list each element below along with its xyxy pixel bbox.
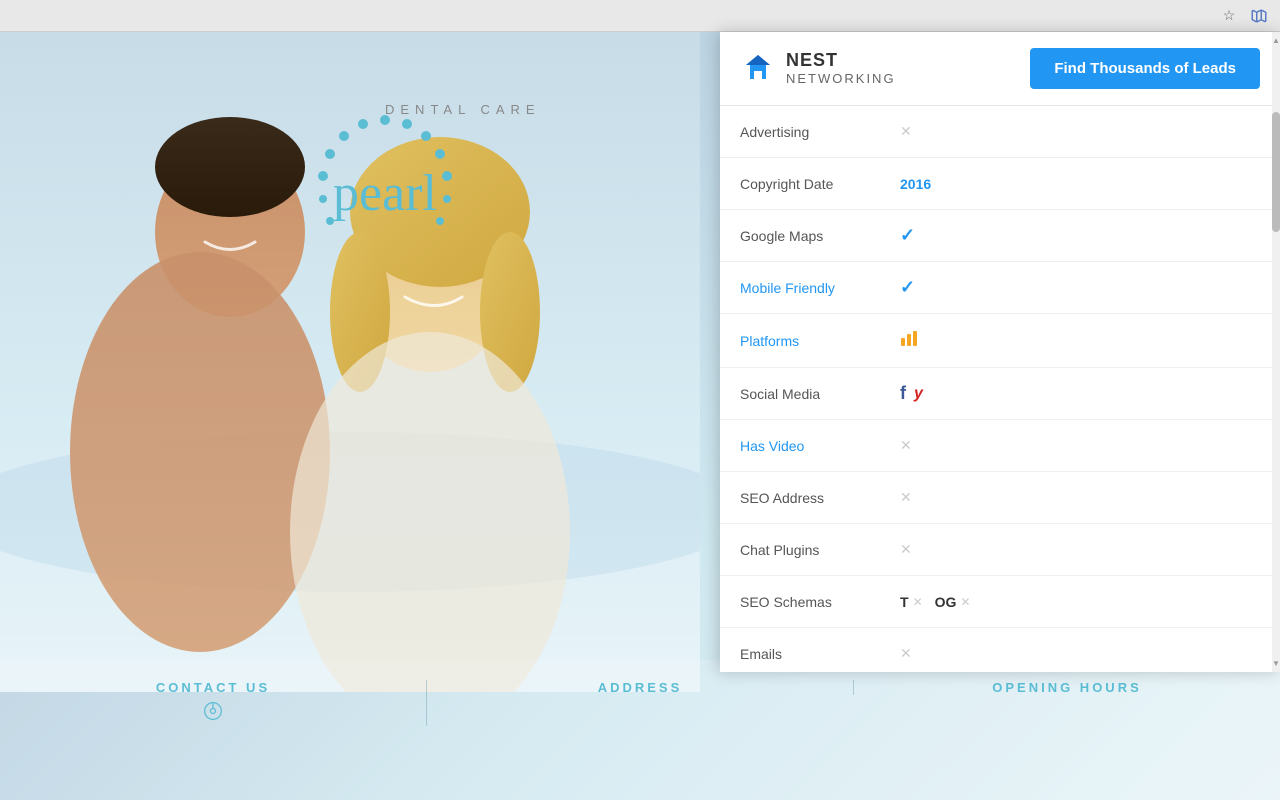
social-media-label: Social Media [740, 386, 900, 402]
extension-logo: NEST NETWORKING [740, 51, 896, 87]
seo-schemas-value: T ✕ OG ✕ [900, 594, 1260, 610]
scrollbar[interactable]: ▲ ▼ [1272, 32, 1280, 672]
extension-header: NEST NETWORKING Find Thousands of Leads [720, 32, 1280, 106]
scrollbar-thumb[interactable] [1272, 112, 1280, 232]
seo-schemas-label: SEO Schemas [740, 594, 900, 610]
advertising-row: Advertising ✕ [720, 106, 1280, 158]
schema-t-tag: T ✕ [900, 594, 923, 610]
chat-plugins-label: Chat Plugins [740, 542, 900, 558]
pearl-logo: pearl DENTAL CARE [200, 72, 541, 117]
has-video-value: ✕ [900, 437, 1260, 454]
platforms-row: Platforms [720, 314, 1280, 368]
emails-x-icon: ✕ [900, 645, 912, 662]
facebook-icon: f [900, 383, 906, 404]
social-media-value: f y [900, 383, 1260, 404]
extension-brand-text: NEST NETWORKING [786, 51, 896, 86]
star-icon[interactable]: ☆ [1220, 7, 1238, 25]
copyright-date-label: Copyright Date [740, 176, 900, 192]
platforms-value [900, 328, 1260, 353]
mobile-friendly-label: Mobile Friendly [740, 280, 900, 296]
emails-label: Emails [740, 646, 900, 662]
schema-t-x: ✕ [913, 595, 923, 609]
social-media-row: Social Media f y [720, 368, 1280, 420]
has-video-row: Has Video ✕ [720, 420, 1280, 472]
platforms-label: Platforms [740, 333, 900, 349]
seo-address-label: SEO Address [740, 490, 900, 506]
google-maps-check-icon: ✓ [900, 225, 915, 246]
has-video-x-icon: ✕ [900, 437, 912, 454]
mobile-friendly-check-icon: ✓ [900, 277, 915, 298]
extension-data-content: Advertising ✕ Copyright Date 2016 Google… [720, 106, 1280, 672]
copyright-date-row: Copyright Date 2016 [720, 158, 1280, 210]
svg-text:pearl: pearl [333, 165, 437, 222]
scroll-up-arrow[interactable]: ▲ [1272, 36, 1280, 45]
mobile-friendly-value: ✓ [900, 277, 1260, 298]
nest-logo-icon [740, 51, 776, 87]
schema-og-x: ✕ [960, 595, 970, 609]
copyright-date-value: 2016 [900, 176, 1260, 192]
browser-chrome: ☆ [0, 0, 1280, 32]
schema-t-letter: T [900, 594, 909, 610]
footer-hours-title: OPENING HOURS [992, 680, 1142, 695]
google-maps-label: Google Maps [740, 228, 900, 244]
has-video-label: Has Video [740, 438, 900, 454]
google-maps-value: ✓ [900, 225, 1260, 246]
pearl-circle-logo: pearl [300, 102, 470, 272]
google-maps-row: Google Maps ✓ [720, 210, 1280, 262]
seo-address-row: SEO Address ✕ [720, 472, 1280, 524]
seo-schemas-row: SEO Schemas T ✕ OG ✕ [720, 576, 1280, 628]
footer-address-title: ADDRESS [598, 680, 683, 695]
brand-name-nest: NEST [786, 51, 896, 71]
map-icon[interactable] [1250, 7, 1268, 25]
chat-plugins-row: Chat Plugins ✕ [720, 524, 1280, 576]
footer-contact: CONTACT US [0, 680, 427, 726]
seo-address-x-icon: ✕ [900, 489, 912, 506]
footer-hours: OPENING HOURS [854, 680, 1280, 695]
find-leads-button[interactable]: Find Thousands of Leads [1030, 48, 1260, 89]
footer-contact-title: CONTACT US [156, 680, 270, 695]
yelp-icon: y [914, 385, 923, 403]
advertising-value: ✕ [900, 123, 1260, 140]
scroll-down-arrow[interactable]: ▼ [1272, 659, 1280, 668]
platforms-bar-icon [900, 328, 920, 353]
emails-row: Emails ✕ [720, 628, 1280, 672]
schema-og-letter: OG [935, 594, 957, 610]
schema-og-tag: OG ✕ [935, 594, 971, 610]
chat-plugins-value: ✕ [900, 541, 1260, 558]
mobile-friendly-row: Mobile Friendly ✓ [720, 262, 1280, 314]
extension-panel: NEST NETWORKING Find Thousands of Leads … [720, 32, 1280, 672]
advertising-x-icon: ✕ [900, 123, 912, 140]
seo-address-value: ✕ [900, 489, 1260, 506]
emails-value: ✕ [900, 645, 1260, 662]
brand-name-networking: NETWORKING [786, 71, 896, 86]
dental-footer: CONTACT US ADDRESS OPENING HOURS [0, 660, 1280, 800]
footer-address: ADDRESS [427, 680, 854, 695]
advertising-label: Advertising [740, 124, 900, 140]
chat-plugins-x-icon: ✕ [900, 541, 912, 558]
